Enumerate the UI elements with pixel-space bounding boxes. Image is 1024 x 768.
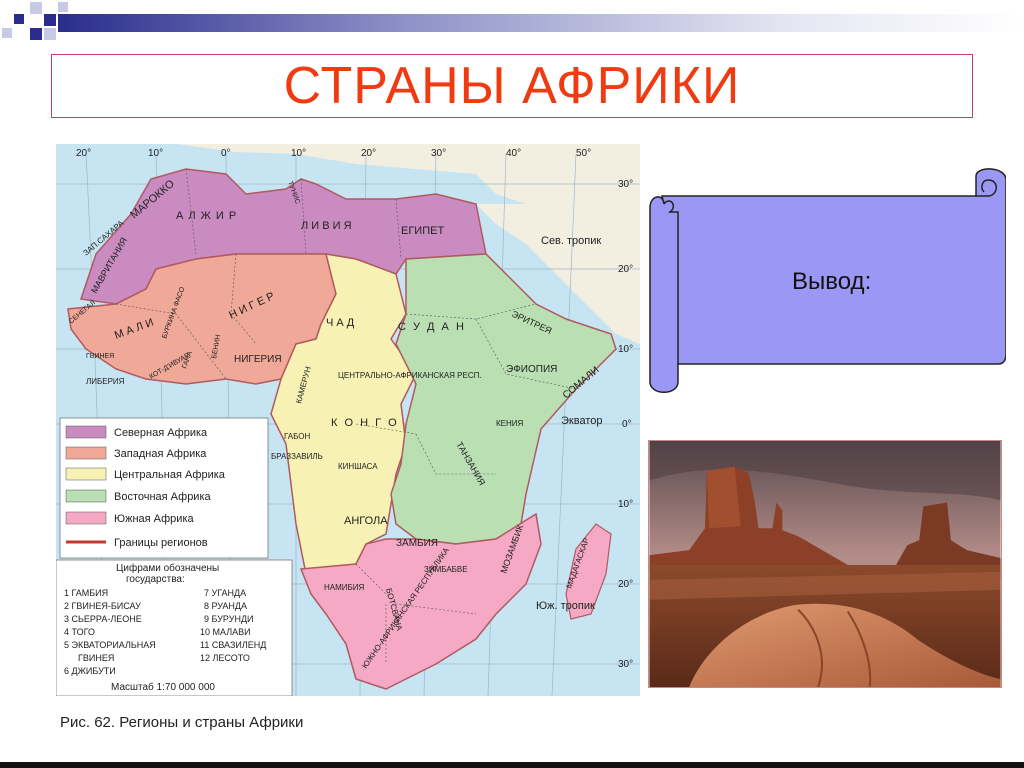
label-south-tropic: Юж. тропик bbox=[536, 600, 595, 612]
numbered-state: 8 РУАНДА bbox=[204, 601, 247, 611]
label-north-tropic: Сев. тропик bbox=[541, 235, 601, 247]
legend-label: Южная Африка bbox=[114, 513, 195, 525]
grid-label: 30° bbox=[618, 659, 633, 670]
numbers-title: государства: bbox=[126, 574, 185, 585]
numbered-states-box: Цифрами обозначены государства: 1 ГАМБИЯ… bbox=[56, 559, 293, 696]
grid-label: 20° bbox=[618, 264, 633, 275]
label-equator: Экватор bbox=[561, 415, 602, 427]
legend-swatch bbox=[65, 467, 107, 481]
legend-label: Границы регионов bbox=[114, 537, 208, 549]
grid-label: 40° bbox=[506, 148, 521, 159]
numbered-state: 6 ДЖИБУТИ bbox=[64, 666, 116, 676]
label-libya: Л И В И Я bbox=[301, 220, 352, 232]
numbered-state: 10 МАЛАВИ bbox=[200, 627, 251, 637]
grid-label: 30° bbox=[431, 148, 446, 159]
label-gabon: ГАБОН bbox=[284, 432, 311, 441]
slide-bottom-border bbox=[0, 762, 1024, 768]
header-bar bbox=[58, 14, 1024, 32]
label-brazzaville: БРАЗЗАВИЛЬ bbox=[271, 452, 323, 461]
numbered-state: 7 УГАНДА bbox=[204, 588, 246, 598]
numbered-state: 11 СВАЗИЛЕНД bbox=[200, 640, 266, 650]
grid-label: 10° bbox=[291, 148, 306, 159]
legend-label: Восточная Африка bbox=[114, 491, 212, 503]
label-sudan: С У Д А Н bbox=[398, 321, 466, 333]
desert-photo bbox=[648, 440, 1002, 688]
numbers-title: Цифрами обозначены bbox=[116, 562, 219, 574]
label-egypt: ЕГИПЕТ bbox=[401, 225, 444, 237]
map-legend: Северная Африка Западная Африка Централь… bbox=[59, 417, 269, 559]
grid-label: 0° bbox=[622, 419, 632, 430]
map-caption: Рис. 62. Регионы и страны Африки bbox=[60, 714, 304, 731]
label-zambia: ЗАМБИЯ bbox=[396, 538, 438, 549]
deco-square bbox=[2, 28, 12, 38]
label-congo: К О Н Г О bbox=[331, 417, 399, 429]
grid-label: 20° bbox=[76, 148, 91, 159]
legend-swatch bbox=[65, 425, 107, 439]
deco-square bbox=[44, 14, 56, 26]
label-kinshasa: КИНШАСА bbox=[338, 462, 378, 471]
label-ethiopia: ЭФИОПИЯ bbox=[506, 364, 557, 375]
numbered-state: 2 ГВИНЕЯ-БИСАУ bbox=[64, 601, 141, 611]
legend-swatch bbox=[65, 511, 107, 525]
deco-square bbox=[30, 2, 42, 14]
numbered-state: 9 БУРУНДИ bbox=[204, 614, 254, 624]
label-nigeria: НИГЕРИЯ bbox=[234, 354, 282, 365]
conclusion-label: Вывод: bbox=[792, 268, 872, 295]
deco-square bbox=[58, 2, 68, 12]
grid-label: 30° bbox=[618, 179, 633, 190]
grid-label: 10° bbox=[148, 148, 163, 159]
map-scale: Масштаб 1:70 000 000 bbox=[111, 681, 215, 693]
grid-label: 10° bbox=[618, 344, 633, 355]
label-kenya: КЕНИЯ bbox=[496, 419, 524, 428]
deco-square bbox=[14, 14, 24, 24]
legend-swatch bbox=[65, 489, 107, 503]
label-chad: Ч А Д bbox=[326, 317, 355, 329]
grid-label: 20° bbox=[618, 579, 633, 590]
numbered-state: ГВИНЕЯ bbox=[78, 653, 114, 663]
label-angola: АНГОЛА bbox=[344, 515, 388, 527]
legend-label: Северная Африка bbox=[114, 427, 208, 439]
deco-square bbox=[30, 28, 42, 40]
grid-label: 20° bbox=[361, 148, 376, 159]
grid-label: 10° bbox=[618, 499, 633, 510]
legend-swatch bbox=[65, 446, 107, 460]
label-guinea: ГВИНЕЯ bbox=[86, 353, 114, 360]
grid-label: 50° bbox=[576, 148, 591, 159]
label-car: ЦЕНТРАЛЬНО-АФРИКАНСКАЯ РЕСП. bbox=[338, 371, 482, 380]
label-algeria: А Л Ж И Р bbox=[176, 210, 237, 222]
slide-title: СТРАНЫ АФРИКИ bbox=[283, 57, 741, 115]
legend-label: Западная Африка bbox=[114, 448, 207, 460]
numbered-state: 4 ТОГО bbox=[64, 627, 95, 637]
label-liberia: ЛИБЕРИЯ bbox=[86, 377, 125, 386]
title-box: СТРАНЫ АФРИКИ bbox=[51, 54, 973, 118]
deco-square bbox=[44, 28, 56, 40]
legend-label: Центральная Африка bbox=[114, 469, 226, 481]
numbered-state: 12 ЛЕСОТО bbox=[200, 653, 250, 663]
grid-label: 0° bbox=[221, 148, 231, 159]
numbered-state: 1 ГАМБИЯ bbox=[64, 588, 108, 598]
label-namibia: НАМИБИЯ bbox=[324, 583, 365, 592]
numbered-state: 3 СЬЕРРА-ЛЕОНЕ bbox=[64, 614, 142, 624]
africa-map: МАРОККО А Л Ж И Р Л И В И Я ЕГИПЕТ ЗАП.С… bbox=[56, 144, 640, 696]
numbered-state: 5 ЭКВАТОРИАЛЬНАЯ bbox=[64, 640, 156, 650]
